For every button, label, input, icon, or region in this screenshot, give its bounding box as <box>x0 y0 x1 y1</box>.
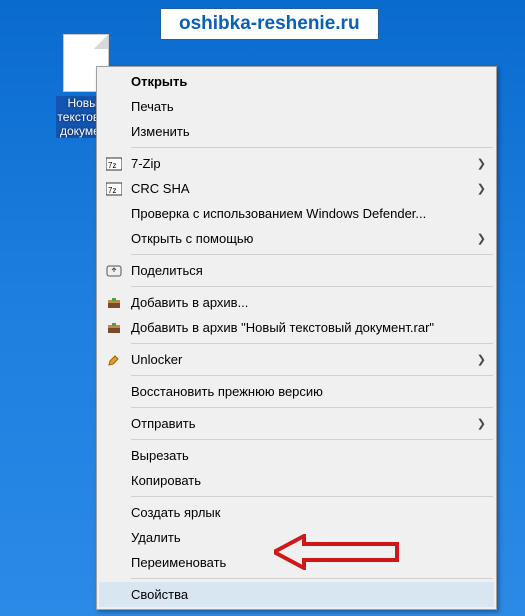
desktop: oshibka-reshenie.ru Новый текстовый доку… <box>0 0 525 616</box>
menu-cut[interactable]: Вырезать <box>99 443 494 468</box>
menu-open[interactable]: Открыть <box>99 69 494 94</box>
menu-restore[interactable]: Восстановить прежнюю версию <box>99 379 494 404</box>
menu-create-shortcut-label: Создать ярлык <box>131 505 486 520</box>
unlocker-icon <box>103 351 125 369</box>
separator <box>131 147 493 148</box>
menu-defender[interactable]: Проверка с использованием Windows Defend… <box>99 201 494 226</box>
context-menu: Открыть Печать Изменить 7z 7-Zip ❯ 7z CR… <box>96 66 497 610</box>
blank-icon <box>103 415 125 433</box>
7zip-icon: 7z <box>103 180 125 198</box>
menu-unlocker-label: Unlocker <box>131 352 476 367</box>
menu-crcsha-label: CRC SHA <box>131 181 476 196</box>
menu-cut-label: Вырезать <box>131 448 486 463</box>
menu-print[interactable]: Печать <box>99 94 494 119</box>
menu-share-label: Поделиться <box>131 263 486 278</box>
blank-icon <box>103 504 125 522</box>
menu-send-to-label: Отправить <box>131 416 476 431</box>
winrar-icon <box>103 294 125 312</box>
separator <box>131 286 493 287</box>
menu-edit-label: Изменить <box>131 124 486 139</box>
blank-icon <box>103 205 125 223</box>
svg-text:7z: 7z <box>108 161 116 170</box>
separator <box>131 343 493 344</box>
menu-create-shortcut[interactable]: Создать ярлык <box>99 500 494 525</box>
svg-text:7z: 7z <box>108 186 116 195</box>
separator <box>131 496 493 497</box>
blank-icon <box>103 123 125 141</box>
blank-icon <box>103 447 125 465</box>
menu-copy-label: Копировать <box>131 473 486 488</box>
menu-share[interactable]: Поделиться <box>99 258 494 283</box>
blank-icon <box>103 73 125 91</box>
submenu-arrow-icon: ❯ <box>476 417 486 430</box>
menu-edit[interactable]: Изменить <box>99 119 494 144</box>
submenu-arrow-icon: ❯ <box>476 232 486 245</box>
submenu-arrow-icon: ❯ <box>476 353 486 366</box>
watermark-banner: oshibka-reshenie.ru <box>160 8 379 40</box>
blank-icon <box>103 98 125 116</box>
blank-icon <box>103 472 125 490</box>
blank-icon <box>103 529 125 547</box>
menu-defender-label: Проверка с использованием Windows Defend… <box>131 206 486 221</box>
separator <box>131 439 493 440</box>
menu-unlocker[interactable]: Unlocker ❯ <box>99 347 494 372</box>
menu-open-label: Открыть <box>131 74 486 89</box>
menu-properties[interactable]: Свойства <box>99 582 494 607</box>
blank-icon <box>103 554 125 572</box>
menu-add-rar-label: Добавить в архив "Новый текстовый докуме… <box>131 320 486 335</box>
share-icon <box>103 262 125 280</box>
blank-icon <box>103 586 125 604</box>
menu-restore-label: Восстановить прежнюю версию <box>131 384 486 399</box>
callout-arrow-icon <box>274 534 399 570</box>
menu-7zip-label: 7-Zip <box>131 156 476 171</box>
menu-add-archive[interactable]: Добавить в архив... <box>99 290 494 315</box>
menu-crcsha[interactable]: 7z CRC SHA ❯ <box>99 176 494 201</box>
menu-7zip[interactable]: 7z 7-Zip ❯ <box>99 151 494 176</box>
separator <box>131 578 493 579</box>
submenu-arrow-icon: ❯ <box>476 182 486 195</box>
menu-open-with-label: Открыть с помощью <box>131 231 476 246</box>
blank-icon <box>103 230 125 248</box>
menu-properties-label: Свойства <box>131 587 486 602</box>
menu-add-archive-label: Добавить в архив... <box>131 295 486 310</box>
menu-send-to[interactable]: Отправить ❯ <box>99 411 494 436</box>
7zip-icon: 7z <box>103 155 125 173</box>
blank-icon <box>103 383 125 401</box>
winrar-icon <box>103 319 125 337</box>
separator <box>131 254 493 255</box>
menu-add-rar[interactable]: Добавить в архив "Новый текстовый докуме… <box>99 315 494 340</box>
separator <box>131 375 493 376</box>
submenu-arrow-icon: ❯ <box>476 157 486 170</box>
separator <box>131 407 493 408</box>
menu-open-with[interactable]: Открыть с помощью ❯ <box>99 226 494 251</box>
menu-copy[interactable]: Копировать <box>99 468 494 493</box>
menu-print-label: Печать <box>131 99 486 114</box>
